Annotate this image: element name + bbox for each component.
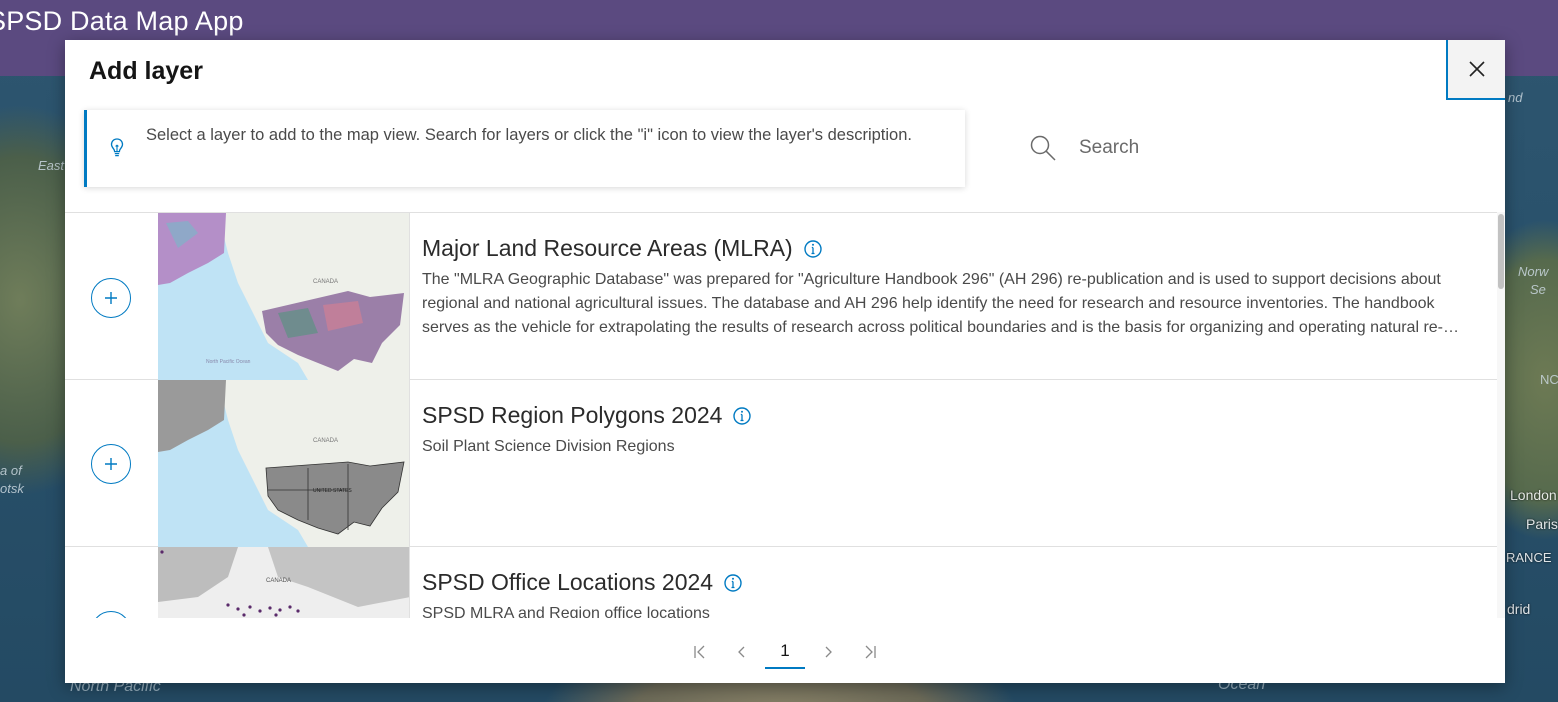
thumbnail-label: UNITED STATES — [313, 488, 352, 494]
layer-description: The "MLRA Geographic Database" was prepa… — [422, 271, 1444, 336]
layer-description: SPSD MLRA and Region office locations — [422, 605, 710, 618]
pagination: 1 — [65, 634, 1505, 670]
map-thumbnail-image: CANADA North Pacific Ocean — [158, 213, 409, 380]
list-scrollbar[interactable] — [1497, 212, 1505, 618]
list-item: CANADA UNITED STATES SPSD Region Polygon… — [65, 380, 1497, 547]
app-title: SPSD Data Map App — [0, 6, 244, 36]
map-thumbnail-image: CANADA UNITED STATES — [158, 380, 409, 547]
previous-page-button[interactable] — [721, 637, 763, 667]
map-label: Paris — [1526, 516, 1558, 532]
layer-title: SPSD Region Polygons 2024 — [422, 402, 752, 429]
layer-title: Major Land Resource Areas (MLRA) — [422, 235, 823, 262]
info-icon[interactable] — [803, 239, 823, 259]
map-thumbnail-image: CANADA — [158, 547, 409, 618]
first-page-button[interactable] — [679, 637, 721, 667]
plus-icon — [105, 458, 117, 470]
dialog-title: Add layer — [89, 57, 203, 85]
add-layer-button[interactable] — [91, 611, 131, 618]
map-label: London — [1510, 487, 1557, 503]
notice-text: Select a layer to add to the map view. S… — [146, 126, 912, 144]
layer-title-text: SPSD Region Polygons 2024 — [422, 402, 723, 428]
info-icon[interactable] — [732, 406, 752, 426]
last-page-icon — [865, 645, 876, 659]
list-item: CANADA North Pacific Ocean Major Land Re… — [65, 213, 1497, 380]
layer-list[interactable]: CANADA North Pacific Ocean Major Land Re… — [65, 212, 1497, 618]
layer-thumbnail: CANADA UNITED STATES — [158, 380, 410, 547]
map-label: RANCE — [1506, 550, 1552, 565]
search-icon — [1030, 135, 1056, 161]
layer-thumbnail: CANADA North Pacific Ocean — [158, 213, 410, 380]
layer-title-text: Major Land Resource Areas (MLRA) — [422, 235, 793, 261]
thumbnail-label: CANADA — [313, 438, 338, 444]
map-label: otsk — [0, 481, 24, 496]
close-icon — [1468, 61, 1485, 77]
lightbulb-icon — [110, 138, 124, 157]
layer-title-text: SPSD Office Locations 2024 — [422, 569, 714, 595]
search-box[interactable] — [1025, 130, 1485, 166]
map-label: Norw — [1518, 264, 1549, 279]
layer-thumbnail: CANADA — [158, 547, 410, 618]
close-button[interactable] — [1446, 40, 1505, 100]
map-label: a of — [0, 463, 22, 478]
map-label: East — [38, 158, 65, 173]
map-label: nd — [1508, 90, 1523, 105]
scrollbar-thumb[interactable] — [1498, 214, 1504, 289]
list-item: CANADA SPSD Office Locations 2024 SPSD M… — [65, 547, 1497, 618]
thumbnail-label: North Pacific Ocean — [206, 359, 251, 365]
chevron-right-icon — [825, 646, 832, 658]
search-input[interactable] — [1079, 137, 1459, 159]
last-page-button[interactable] — [849, 637, 891, 667]
add-layer-button[interactable] — [91, 444, 131, 484]
thumbnail-label: CANADA — [266, 578, 291, 584]
instruction-notice: Select a layer to add to the map view. S… — [84, 110, 965, 187]
add-layer-button[interactable] — [91, 278, 131, 318]
map-label: NC — [1540, 372, 1558, 387]
chevron-left-icon — [738, 646, 745, 658]
page-1-button[interactable]: 1 — [765, 635, 805, 669]
map-label: Se — [1530, 282, 1546, 297]
layer-description: Soil Plant Science Division Regions — [422, 438, 675, 455]
thumbnail-label: CANADA — [313, 279, 338, 285]
next-page-button[interactable] — [807, 637, 849, 667]
plus-icon — [105, 292, 117, 304]
info-icon[interactable] — [723, 573, 743, 593]
layer-title: SPSD Office Locations 2024 — [422, 569, 743, 596]
map-label: drid — [1507, 601, 1531, 617]
first-page-icon — [694, 645, 705, 659]
add-layer-dialog: Add layer Select a layer to add to the m… — [65, 40, 1505, 683]
